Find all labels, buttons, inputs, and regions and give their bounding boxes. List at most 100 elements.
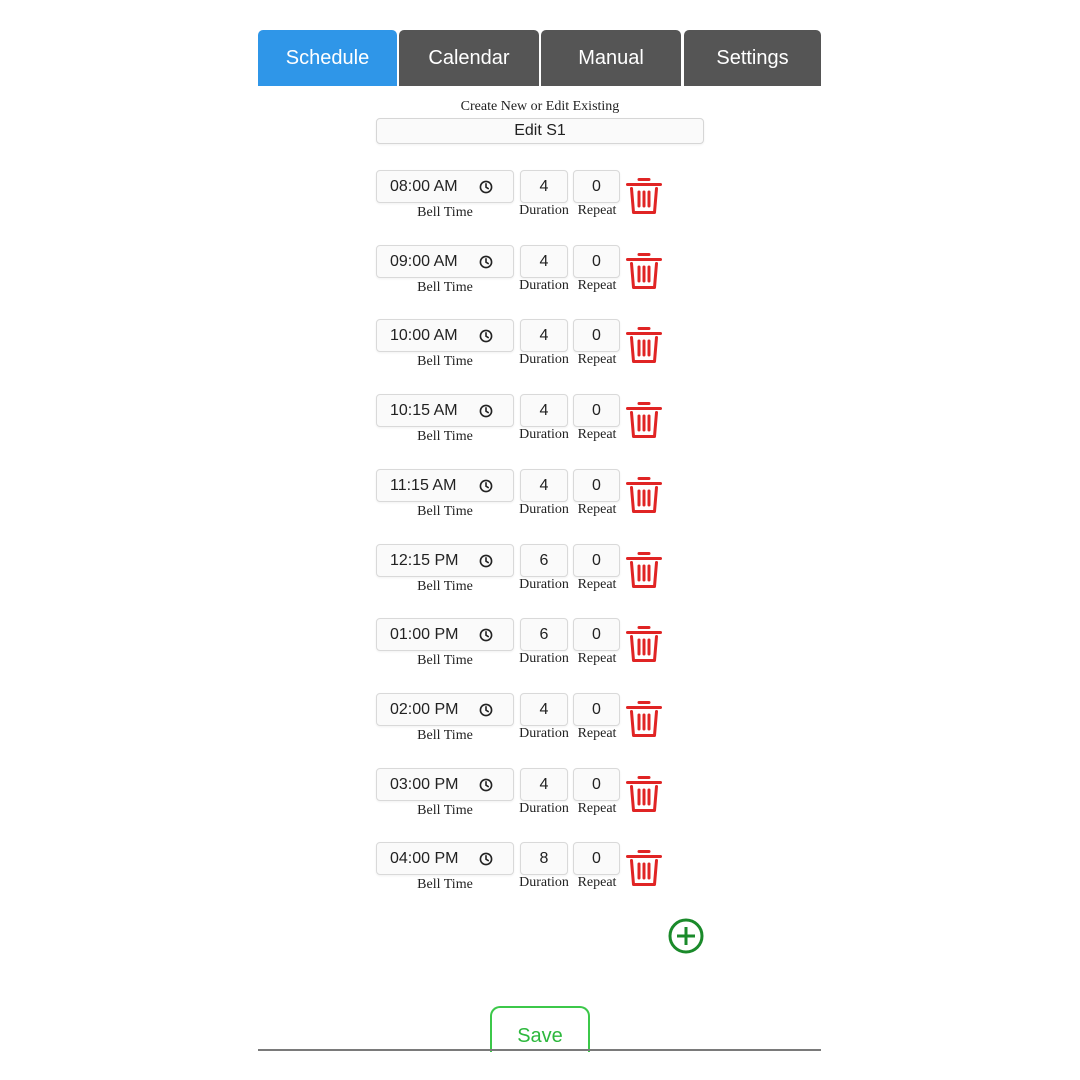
repeat-input[interactable]: 0: [573, 842, 620, 875]
bell-row: 01:00 PM 6 0 Bell Time Duration Repeat: [376, 618, 676, 678]
add-bell-button[interactable]: [667, 917, 705, 955]
bell-time-value: 10:15 AM: [390, 402, 458, 419]
duration-label: Duration: [519, 352, 569, 367]
tab-settings[interactable]: Settings: [684, 30, 821, 86]
trash-icon[interactable]: [625, 847, 663, 888]
trash-icon[interactable]: [625, 175, 663, 216]
clock-icon: [479, 404, 493, 418]
duration-input[interactable]: 4: [520, 170, 568, 203]
clock-icon: [479, 703, 493, 717]
bell-row: 03:00 PM 4 0 Bell Time Duration Repeat: [376, 768, 676, 828]
trash-icon[interactable]: [625, 698, 663, 739]
repeat-input[interactable]: 0: [573, 618, 620, 651]
repeat-input[interactable]: 0: [573, 319, 620, 352]
trash-icon[interactable]: [625, 324, 663, 365]
bell-time-input[interactable]: 08:00 AM: [376, 170, 514, 203]
trash-icon[interactable]: [625, 474, 663, 515]
clock-icon: [479, 180, 493, 194]
repeat-label: Repeat: [577, 801, 617, 816]
tab-manual[interactable]: Manual: [541, 30, 681, 86]
trash-icon[interactable]: [625, 773, 663, 814]
plus-circle-icon: [668, 918, 704, 954]
duration-input[interactable]: 4: [520, 693, 568, 726]
schedule-name-select[interactable]: Edit S1: [376, 118, 704, 144]
repeat-label: Repeat: [577, 427, 617, 442]
bell-time-input[interactable]: 10:00 AM: [376, 319, 514, 352]
bell-row: 02:00 PM 4 0 Bell Time Duration Repeat: [376, 693, 676, 753]
duration-label: Duration: [519, 278, 569, 293]
duration-input[interactable]: 4: [520, 319, 568, 352]
repeat-label: Repeat: [577, 726, 617, 741]
bell-time-input[interactable]: 12:15 PM: [376, 544, 514, 577]
duration-input[interactable]: 8: [520, 842, 568, 875]
trash-icon[interactable]: [625, 549, 663, 590]
bell-time-label: Bell Time: [417, 280, 473, 295]
repeat-input[interactable]: 0: [573, 768, 620, 801]
duration-input[interactable]: 6: [520, 618, 568, 651]
repeat-input[interactable]: 0: [573, 693, 620, 726]
bell-time-value: 12:15 PM: [390, 552, 459, 569]
duration-label: Duration: [519, 651, 569, 666]
repeat-label: Repeat: [577, 651, 617, 666]
repeat-label: Repeat: [577, 502, 617, 517]
bell-time-input[interactable]: 02:00 PM: [376, 693, 514, 726]
bell-time-input[interactable]: 11:15 AM: [376, 469, 514, 502]
trash-icon[interactable]: [625, 250, 663, 291]
bell-row: 11:15 AM 4 0 Bell Time Duration Repeat: [376, 469, 676, 529]
bell-row: 04:00 PM 8 0 Bell Time Duration Repeat: [376, 842, 676, 902]
bell-time-value: 02:00 PM: [390, 701, 459, 718]
tab-schedule[interactable]: Schedule: [258, 30, 397, 86]
repeat-label: Repeat: [577, 577, 617, 592]
repeat-label: Repeat: [577, 203, 617, 218]
bell-time-label: Bell Time: [417, 354, 473, 369]
duration-input[interactable]: 4: [520, 768, 568, 801]
save-button[interactable]: Save: [490, 1006, 590, 1052]
clock-icon: [479, 329, 493, 343]
duration-label: Duration: [519, 577, 569, 592]
bell-time-label: Bell Time: [417, 653, 473, 668]
tab-calendar[interactable]: Calendar: [399, 30, 539, 86]
clock-icon: [479, 479, 493, 493]
repeat-input[interactable]: 0: [573, 394, 620, 427]
duration-input[interactable]: 4: [520, 469, 568, 502]
bell-time-value: 04:00 PM: [390, 850, 459, 867]
bell-time-input[interactable]: 09:00 AM: [376, 245, 514, 278]
bell-time-label: Bell Time: [417, 803, 473, 818]
bell-time-input[interactable]: 10:15 AM: [376, 394, 514, 427]
bell-time-label: Bell Time: [417, 205, 473, 220]
clock-icon: [479, 852, 493, 866]
duration-input[interactable]: 6: [520, 544, 568, 577]
bell-time-label: Bell Time: [417, 877, 473, 892]
repeat-input[interactable]: 0: [573, 544, 620, 577]
bell-time-value: 10:00 AM: [390, 327, 458, 344]
bell-time-input[interactable]: 04:00 PM: [376, 842, 514, 875]
bell-time-value: 09:00 AM: [390, 253, 458, 270]
repeat-input[interactable]: 0: [573, 469, 620, 502]
clock-icon: [479, 554, 493, 568]
duration-label: Duration: [519, 203, 569, 218]
trash-icon[interactable]: [625, 399, 663, 440]
bell-row: 10:00 AM 4 0 Bell Time Duration Repeat: [376, 319, 676, 379]
repeat-label: Repeat: [577, 875, 617, 890]
bell-time-value: 03:00 PM: [390, 776, 459, 793]
bell-row: 10:15 AM 4 0 Bell Time Duration Repeat: [376, 394, 676, 454]
clock-icon: [479, 778, 493, 792]
bell-time-input[interactable]: 03:00 PM: [376, 768, 514, 801]
duration-label: Duration: [519, 502, 569, 517]
duration-input[interactable]: 4: [520, 394, 568, 427]
repeat-input[interactable]: 0: [573, 245, 620, 278]
schedule-name-label: Create New or Edit Existing: [460, 99, 620, 114]
bell-time-label: Bell Time: [417, 579, 473, 594]
bell-row: 12:15 PM 6 0 Bell Time Duration Repeat: [376, 544, 676, 604]
bell-time-label: Bell Time: [417, 429, 473, 444]
duration-label: Duration: [519, 726, 569, 741]
bell-time-input[interactable]: 01:00 PM: [376, 618, 514, 651]
duration-input[interactable]: 4: [520, 245, 568, 278]
bell-time-label: Bell Time: [417, 504, 473, 519]
trash-icon[interactable]: [625, 623, 663, 664]
repeat-input[interactable]: 0: [573, 170, 620, 203]
bell-time-value: 11:15 AM: [390, 477, 457, 494]
duration-label: Duration: [519, 801, 569, 816]
bottom-divider: [258, 1049, 821, 1051]
tab-bar: Schedule Calendar Manual Settings: [258, 30, 821, 86]
